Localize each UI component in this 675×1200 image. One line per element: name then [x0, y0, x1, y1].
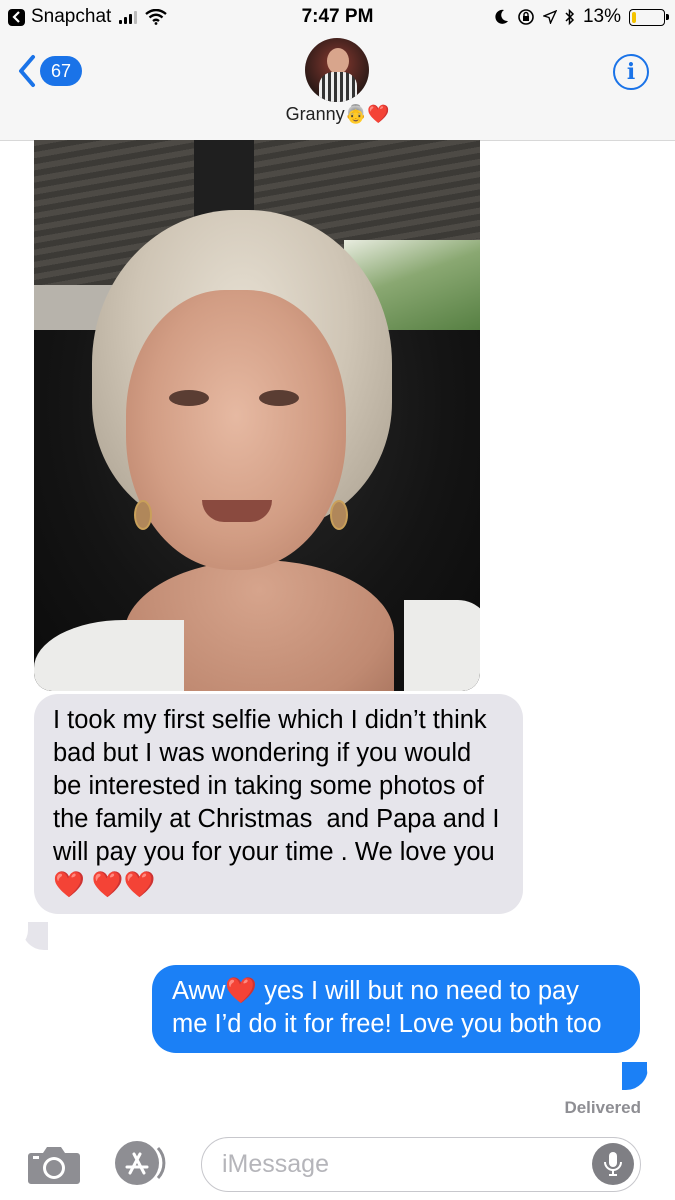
- outgoing-message-bubble[interactable]: Aww❤️ yes I will but no need to pay me I…: [152, 965, 640, 1053]
- photo-eye-left: [169, 390, 209, 406]
- info-button[interactable]: i: [613, 54, 649, 90]
- status-right: 13%: [495, 6, 669, 28]
- contact-name-text: Granny: [285, 104, 345, 124]
- avatar-body: [319, 72, 357, 102]
- dictation-button[interactable]: [592, 1143, 634, 1185]
- camera-button[interactable]: [27, 1143, 81, 1185]
- photo-eye-right: [259, 390, 299, 406]
- camera-icon: [28, 1147, 80, 1184]
- delivered-status: Delivered: [564, 1098, 641, 1117]
- conversation-header: 67 Granny👵❤️ i: [0, 36, 675, 141]
- chevron-left-icon: [19, 55, 35, 87]
- back-button[interactable]: 67: [18, 54, 82, 88]
- outgoing-tail-mask: [647, 1050, 675, 1090]
- incoming-message-hearts: ❤️ ❤️❤️: [53, 871, 156, 899]
- photo-earring-left: [134, 500, 152, 530]
- battery-percent: 13%: [582, 6, 621, 27]
- rotation-lock-icon: [518, 9, 534, 25]
- battery-level: [632, 11, 636, 23]
- bluetooth-icon: [565, 8, 575, 26]
- photo-earring-right: [330, 500, 348, 530]
- incoming-message-bubble[interactable]: I took my first selfie which I didn’t th…: [34, 694, 523, 914]
- microphone-icon: [604, 1152, 622, 1176]
- photo-mouth: [202, 500, 272, 522]
- moon-icon: [495, 9, 508, 24]
- unread-count-badge: 67: [40, 56, 82, 86]
- app-store-icon: [115, 1141, 166, 1185]
- outgoing-message-prefix: Aww: [172, 977, 226, 1005]
- contact-avatar[interactable]: [305, 38, 369, 102]
- photo-face: [126, 290, 346, 570]
- outgoing-message-heart: ❤️: [225, 977, 258, 1005]
- status-bar: Snapchat 7:47 PM 13%: [0, 0, 675, 36]
- incoming-message-text: I took my first selfie which I didn’t th…: [53, 706, 507, 866]
- imessage-input[interactable]: [201, 1137, 641, 1192]
- selfie-photo-message[interactable]: [34, 140, 480, 691]
- avatar-face: [327, 48, 349, 74]
- info-icon: i: [626, 59, 636, 85]
- contact-name-emoji: 👵❤️: [344, 104, 390, 124]
- outgoing-bubble-tail: [622, 1062, 648, 1090]
- location-icon: [542, 10, 557, 24]
- battery-icon: [629, 8, 669, 26]
- photo-shirt-right: [404, 600, 480, 691]
- app-store-button[interactable]: [114, 1140, 172, 1186]
- contact-name[interactable]: Granny👵❤️: [0, 104, 675, 125]
